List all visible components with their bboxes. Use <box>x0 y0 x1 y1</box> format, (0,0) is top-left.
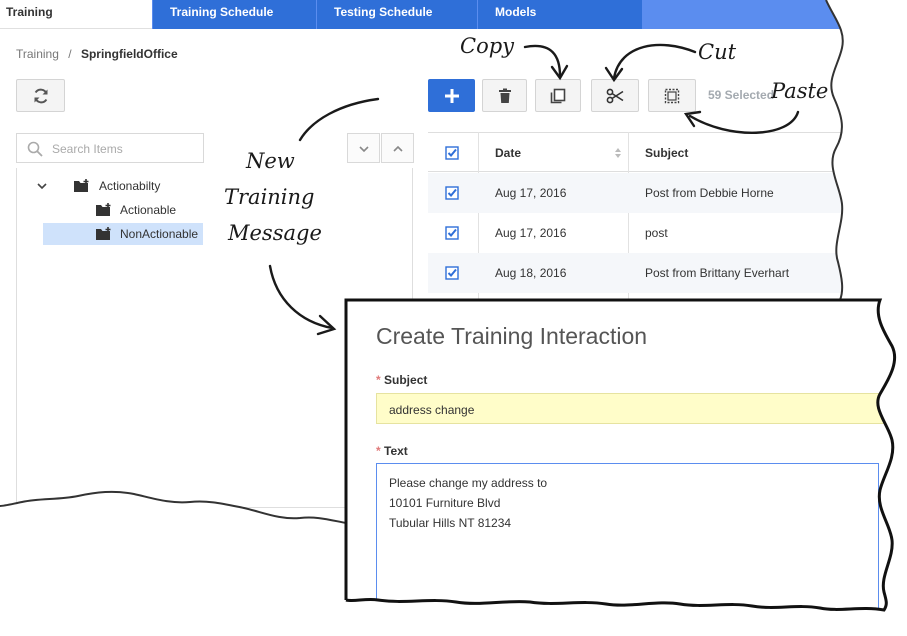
text-label-text: Text <box>384 444 408 458</box>
required-marker: * <box>376 444 381 458</box>
subject-label: * Subject <box>376 373 427 387</box>
subject-label-text: Subject <box>384 373 428 387</box>
text-line: Please change my address to <box>389 476 548 490</box>
text-line: 10101 Furniture Blvd <box>389 496 501 510</box>
text-input[interactable]: Please change my address to 10101 Furnit… <box>376 463 879 623</box>
dialog-title: Create Training Interaction <box>376 323 648 349</box>
subject-input[interactable]: address change <box>376 393 896 424</box>
required-marker: * <box>376 373 381 387</box>
text-label: * Text <box>376 444 408 458</box>
text-line: Tubular Hills NT 81234 <box>389 516 512 530</box>
